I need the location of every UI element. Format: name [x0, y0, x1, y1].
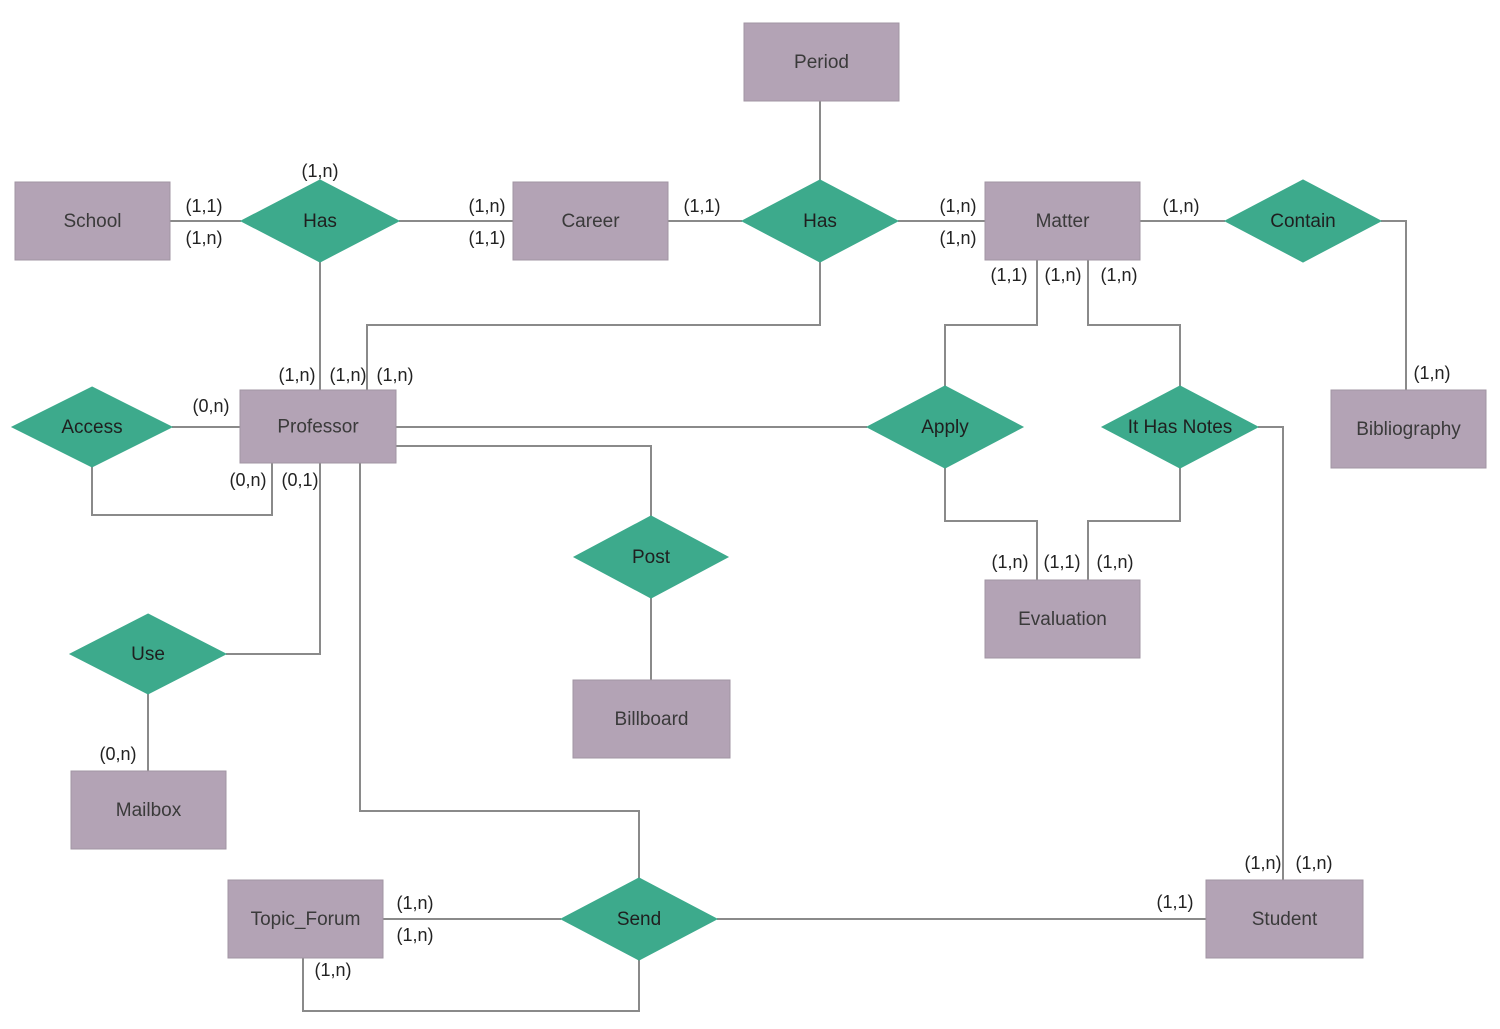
connector-ithasnotes-student — [1258, 426, 1284, 880]
cardinality-label: (1,n) — [991, 552, 1028, 572]
relationship-send[interactable]: Send — [559, 877, 719, 961]
cardinality-label: (1,1) — [1043, 552, 1080, 572]
relationship-label: It Has Notes — [1128, 417, 1233, 438]
entity-school[interactable]: School — [14, 181, 171, 261]
entity-label: Period — [794, 52, 849, 73]
relationship-use[interactable]: Use — [68, 613, 228, 695]
cardinality-label: (1,n) — [1413, 363, 1450, 383]
entity-label: Matter — [1036, 211, 1091, 232]
cardinality-label: (1,n) — [1044, 265, 1081, 285]
cardinality-label: (1,n) — [1100, 265, 1137, 285]
cardinality-label: (0,n) — [192, 396, 229, 416]
relationship-label: Access — [61, 417, 122, 438]
entity-label: Topic_Forum — [251, 909, 361, 930]
connector-has2-professor — [366, 262, 821, 390]
er-diagram-canvas: School Career Period Matter Bibliography Prof… — [0, 0, 1500, 1029]
entity-label: Student — [1252, 909, 1318, 930]
cardinality-label: (1,n) — [1295, 853, 1332, 873]
cardinality-label: (1,n) — [939, 228, 976, 248]
entity-label: Professor — [277, 417, 359, 438]
cardinality-label: (1,n) — [396, 893, 433, 913]
entity-label: School — [63, 211, 121, 232]
entity-topic_forum[interactable]: Topic_Forum — [227, 879, 384, 959]
relationship-it_has_notes[interactable]: It Has Notes — [1100, 385, 1260, 469]
relationship-label: Send — [617, 909, 661, 930]
cardinality-label: (1,n) — [468, 196, 505, 216]
cardinality-label: (1,n) — [396, 925, 433, 945]
entity-evaluation[interactable]: Evaluation — [984, 579, 1141, 659]
entity-professor[interactable]: Professor — [239, 389, 397, 464]
entity-label: Mailbox — [116, 800, 182, 821]
cardinality-label: (1,n) — [185, 228, 222, 248]
cardinality-label: (0,n) — [229, 470, 266, 490]
entity-label: Career — [561, 211, 620, 232]
relationship-apply[interactable]: Apply — [865, 385, 1025, 469]
relationship-post[interactable]: Post — [572, 515, 730, 599]
er-diagram-svg: School Career Period Matter Bibliography Prof… — [10, 22, 1487, 1012]
cardinality-label: (1,n) — [376, 365, 413, 385]
relationship-contain[interactable]: Contain — [1223, 179, 1383, 263]
relationship-label: Has — [803, 211, 837, 232]
cardinality-label: (1,n) — [1096, 552, 1133, 572]
cardinality-label: (1,1) — [1156, 892, 1193, 912]
relationship-has_school_career[interactable]: Has — [239, 179, 401, 263]
connector-contain-bibliography — [1381, 220, 1407, 390]
entity-label: Bibliography — [1356, 419, 1461, 440]
cardinality-label: (1,n) — [278, 365, 315, 385]
cardinality-label: (1,n) — [1162, 196, 1199, 216]
cardinality-label: (1,1) — [468, 228, 505, 248]
connector-professor-post — [396, 445, 652, 516]
connector-professor-send — [359, 463, 640, 878]
cardinality-label: (1,1) — [185, 196, 222, 216]
cardinality-label: (1,n) — [1244, 853, 1281, 873]
cardinality-label: (1,n) — [314, 960, 351, 980]
entity-label: Billboard — [615, 709, 689, 730]
cardinality-label: (1,n) — [329, 365, 366, 385]
cardinality-label: (1,1) — [683, 196, 720, 216]
entity-billboard[interactable]: Billboard — [572, 679, 731, 759]
entity-matter[interactable]: Matter — [984, 181, 1141, 261]
cardinality-label: (1,n) — [301, 161, 338, 181]
relationship-label: Contain — [1270, 211, 1336, 232]
entity-layer: School Career Period Matter Bibliography Prof… — [14, 22, 1487, 959]
relationship-access[interactable]: Access — [10, 386, 174, 468]
entity-student[interactable]: Student — [1205, 879, 1364, 959]
entity-label: Evaluation — [1018, 609, 1107, 630]
entity-bibliography[interactable]: Bibliography — [1330, 389, 1487, 469]
entity-period[interactable]: Period — [743, 22, 900, 102]
cardinality-label: (0,n) — [99, 744, 136, 764]
cardinality-label: (1,n) — [939, 196, 976, 216]
relationship-label: Use — [131, 644, 165, 665]
cardinality-label: (1,1) — [990, 265, 1027, 285]
relationship-has_career_matter[interactable]: Has — [740, 179, 900, 263]
entity-career[interactable]: Career — [512, 181, 669, 261]
relationship-label: Post — [632, 547, 671, 568]
cardinality-layer: (1,n) (1,1) (1,n) (1,n) (1,1) (1,1) (1,n) (1,n)… — [99, 161, 1450, 980]
relationship-label: Apply — [921, 417, 969, 438]
relationship-label: Has — [303, 211, 337, 232]
connector-topicforum-send-loop — [302, 958, 640, 1012]
cardinality-label: (0,1) — [281, 470, 318, 490]
entity-mailbox[interactable]: Mailbox — [70, 770, 227, 850]
